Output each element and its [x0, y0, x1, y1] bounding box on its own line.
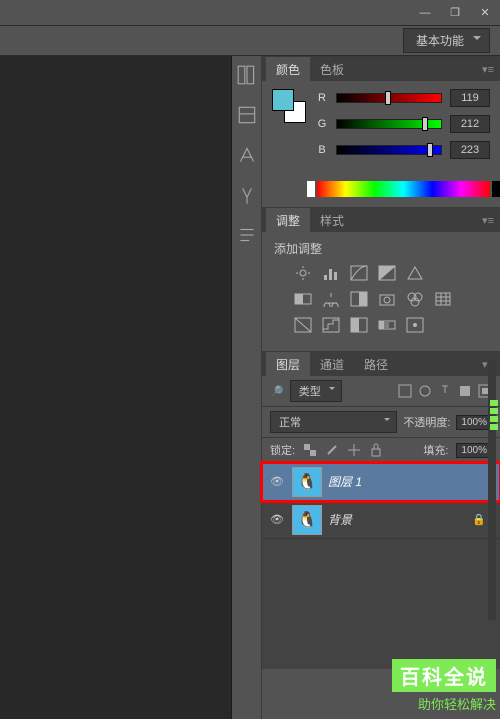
opacity-label: 不透明度:	[403, 414, 450, 430]
character-icon[interactable]	[236, 144, 258, 166]
exposure-icon[interactable]	[378, 265, 396, 281]
tab-channels[interactable]: 通道	[310, 352, 354, 377]
layer-thumbnail[interactable]: 🐧	[292, 467, 322, 497]
type-filter-icon[interactable]: T	[438, 384, 452, 398]
b-value[interactable]: 223	[450, 141, 490, 159]
panel-menu-icon[interactable]: ▾≡	[482, 63, 494, 76]
watermark-title: 百科全说	[392, 659, 496, 692]
layer-name[interactable]: 图层 1	[328, 473, 362, 490]
fill-value[interactable]: 100%	[456, 443, 492, 458]
options-bar: 基本功能	[0, 26, 500, 56]
panel-menu-icon[interactable]: ▾≡	[482, 214, 494, 227]
invert-icon[interactable]	[294, 317, 312, 333]
r-label: R	[316, 92, 328, 104]
lock-position-icon[interactable]	[347, 443, 361, 457]
collapsed-panel-dock	[232, 56, 262, 719]
blend-mode-dropdown[interactable]: 正常	[270, 411, 397, 433]
brush-icon[interactable]	[236, 184, 258, 206]
minimize-button[interactable]: —	[410, 3, 440, 23]
watermark: 百科全说 助你轻松解决	[392, 659, 496, 713]
opacity-value[interactable]: 100%	[456, 415, 492, 430]
adjust-filter-icon[interactable]	[418, 384, 432, 398]
posterize-icon[interactable]	[322, 317, 340, 333]
r-value[interactable]: 119	[450, 89, 490, 107]
fill-label: 填充:	[423, 442, 448, 458]
tab-layers[interactable]: 图层	[266, 352, 310, 377]
tab-adjustments[interactable]: 调整	[266, 208, 310, 233]
visibility-icon[interactable]: 👁	[268, 513, 286, 526]
color-swatch-pair[interactable]	[272, 89, 306, 123]
selective-color-icon[interactable]	[406, 317, 424, 333]
maximize-button[interactable]: ❐	[440, 3, 470, 23]
window-titlebar: — ❐ ✕	[0, 0, 500, 26]
photo-filter-icon[interactable]	[378, 291, 396, 307]
layer-name[interactable]: 背景	[328, 511, 352, 528]
gradient-map-icon[interactable]	[378, 317, 396, 333]
hue-icon[interactable]	[294, 291, 312, 307]
threshold-icon[interactable]	[350, 317, 368, 333]
paragraph-icon[interactable]	[236, 224, 258, 246]
filter-kind-dropdown[interactable]: 类型	[290, 380, 342, 402]
brightness-icon[interactable]	[294, 265, 312, 281]
vibrance-icon[interactable]	[406, 265, 424, 281]
layer-item-background[interactable]: 👁 🐧 背景 🔒	[262, 501, 500, 539]
watermark-subtitle: 助你轻松解决	[392, 694, 496, 713]
pixel-filter-icon[interactable]	[398, 384, 412, 398]
layers-panel: 图层 通道 路径 ▾≡ 🔎 类型 T 正常 不透明度: 100%	[262, 351, 500, 669]
layer-item-1[interactable]: 👁 🐧 图层 1	[262, 463, 500, 501]
b-slider[interactable]	[336, 145, 442, 155]
g-value[interactable]: 212	[450, 115, 490, 133]
visibility-icon[interactable]: 👁	[268, 475, 286, 488]
lock-label: 锁定:	[270, 442, 295, 458]
layer-list: 👁 🐧 图层 1 👁 🐧 背景 🔒	[262, 463, 500, 669]
panel-scrollbar[interactable]	[488, 360, 498, 620]
tab-color[interactable]: 颜色	[266, 57, 310, 82]
lock-icon: 🔒	[472, 513, 486, 526]
history-icon[interactable]	[236, 64, 258, 86]
color-spectrum[interactable]	[317, 181, 490, 197]
layer-thumbnail[interactable]: 🐧	[292, 505, 322, 535]
bw-icon[interactable]	[350, 291, 368, 307]
shape-filter-icon[interactable]	[458, 384, 472, 398]
g-slider[interactable]	[336, 119, 442, 129]
add-adjustment-label: 添加调整	[274, 240, 488, 257]
curves-icon[interactable]	[350, 265, 368, 281]
tab-swatches[interactable]: 色板	[310, 57, 354, 82]
adjustments-panel: 调整 样式 ▾≡ 添加调整	[262, 207, 500, 351]
tab-paths[interactable]: 路径	[354, 352, 398, 377]
close-button[interactable]: ✕	[470, 3, 500, 23]
properties-icon[interactable]	[236, 104, 258, 126]
g-label: G	[316, 118, 328, 130]
lock-transparency-icon[interactable]	[303, 443, 317, 457]
search-icon[interactable]: 🔎	[270, 385, 284, 398]
levels-icon[interactable]	[322, 265, 340, 281]
color-balance-icon[interactable]	[322, 291, 340, 307]
lock-all-icon[interactable]	[369, 443, 383, 457]
color-lookup-icon[interactable]	[434, 291, 452, 307]
color-panel: 颜色 色板 ▾≡ R 119 G	[262, 56, 500, 207]
tab-styles[interactable]: 样式	[310, 208, 354, 233]
r-slider[interactable]	[336, 93, 442, 103]
foreground-swatch[interactable]	[272, 89, 294, 111]
channel-mixer-icon[interactable]	[406, 291, 424, 307]
lock-pixels-icon[interactable]	[325, 443, 339, 457]
b-label: B	[316, 144, 328, 156]
workspace-switcher[interactable]: 基本功能	[403, 28, 490, 53]
document-canvas[interactable]	[0, 56, 232, 719]
